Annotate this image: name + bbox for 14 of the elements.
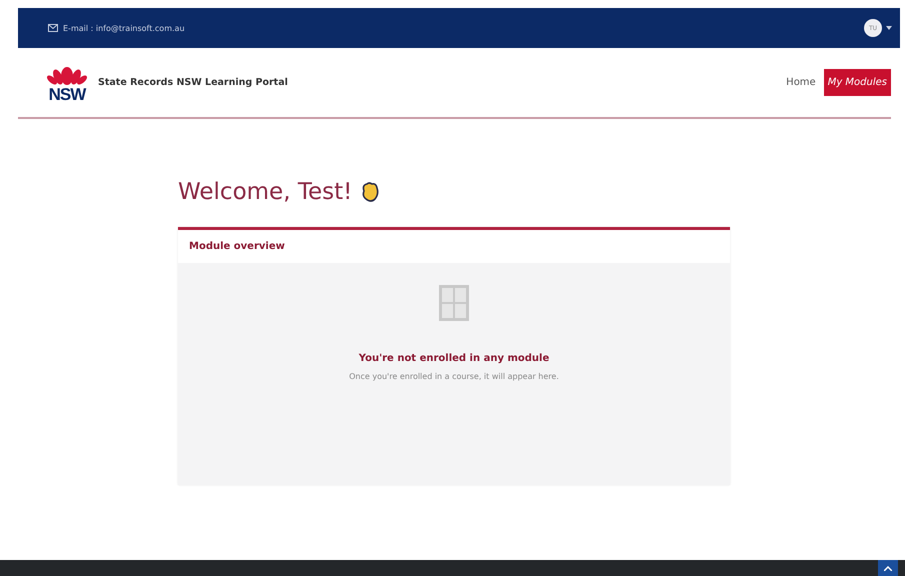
caret-icon[interactable]: [886, 26, 892, 30]
nav-link[interactable]: Home: [782, 69, 820, 96]
empty-state-text: Once you're enrolled in a course, it will appear here.: [349, 372, 559, 381]
email-text: E-mail : info@trainsoft.com.au: [63, 24, 185, 32]
nsw-logo[interactable]: NSW: [46, 62, 88, 103]
grid-document-icon: [439, 285, 469, 321]
mail-icon: [48, 24, 58, 32]
empty-state-title: You're not enrolled in any module: [358, 353, 550, 364]
chevron-up-icon[interactable]: [884, 566, 892, 570]
nav-link[interactable]: My Modules: [824, 69, 891, 96]
welcome-heading: Welcome, Test!: [178, 179, 352, 205]
card-title: Module overview: [188, 240, 286, 254]
site-title[interactable]: State Records NSW Learning Portal: [98, 77, 288, 88]
back-to-top-button[interactable]: [878, 560, 898, 576]
